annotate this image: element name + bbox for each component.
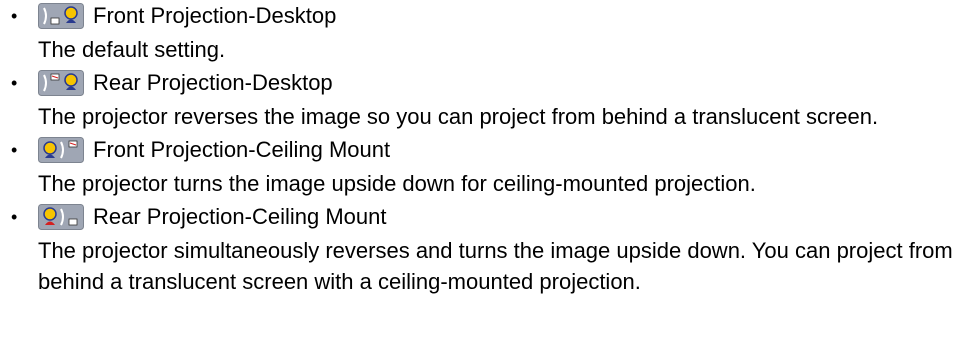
item-description: The projector turns the image upside dow… [38, 171, 756, 196]
item-title-row: Front Projection-Ceiling Mount [38, 134, 967, 166]
rear-projection-desktop-icon [38, 70, 84, 96]
front-projection-desktop-icon [38, 3, 84, 29]
projection-mode-list: • Front Projection-Desktop The default s… [0, 0, 967, 299]
front-projection-ceiling-icon [38, 137, 84, 163]
bullet: • [11, 6, 18, 26]
list-item-rear-projection-desktop: • Rear Projection-Desktop The projector … [0, 67, 967, 134]
item-description: The projector reverses the image so you … [38, 104, 879, 129]
item-title-row: Rear Projection-Desktop [38, 67, 967, 99]
list-item-front-projection-desktop: • Front Projection-Desktop The default s… [0, 0, 967, 67]
item-description: The default setting. [38, 37, 226, 62]
item-description: The projector simultaneously reverses an… [38, 238, 953, 294]
list-item-front-projection-ceiling: • Front Projection-Ceiling Mount The pro… [0, 134, 967, 201]
bullet: • [11, 73, 18, 93]
item-title-row: Rear Projection-Ceiling Mount [38, 201, 967, 233]
item-title: Rear Projection-Ceiling Mount [93, 204, 387, 229]
item-title: Front Projection-Ceiling Mount [93, 137, 391, 162]
bullet: • [11, 140, 18, 160]
bullet: • [11, 207, 18, 227]
item-title: Rear Projection-Desktop [93, 70, 333, 95]
item-title-row: Front Projection-Desktop [38, 0, 967, 32]
list-item-rear-projection-ceiling: • Rear Projection-Ceiling Mount The proj… [0, 201, 967, 299]
rear-projection-ceiling-icon [38, 204, 84, 230]
item-title: Front Projection-Desktop [93, 3, 337, 28]
